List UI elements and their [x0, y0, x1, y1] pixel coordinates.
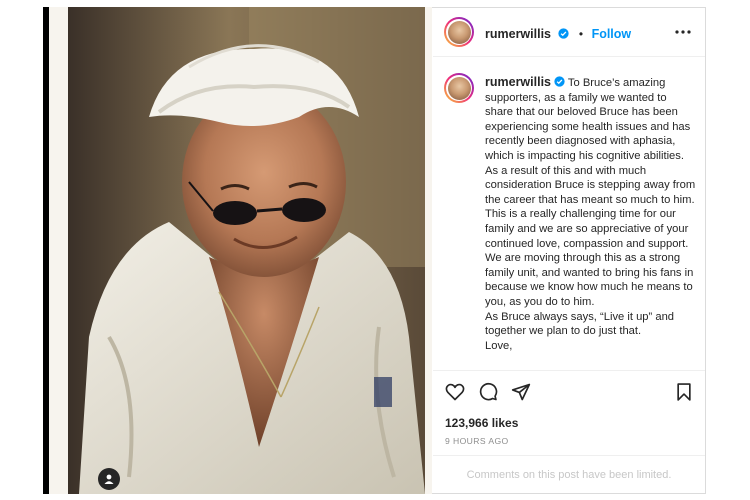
caption-paragraph: To Bruce’s amazing supporters, as a fami… [485, 77, 696, 206]
comments-limited-notice: Comments on this post have been limited. [433, 455, 705, 494]
person-tag-icon [104, 474, 114, 484]
caption-paragraph: Love, [485, 339, 513, 352]
separator-dot: • [578, 27, 584, 41]
header-user: rumerwillis • Follow [485, 25, 631, 43]
more-options-icon[interactable] [673, 24, 693, 40]
avatar[interactable] [444, 17, 474, 47]
post-photo[interactable] [49, 7, 432, 494]
post-timestamp[interactable]: 9 HOURS AGO [445, 436, 509, 446]
username-link[interactable]: rumerwillis [485, 27, 551, 41]
share-icon[interactable] [511, 382, 531, 402]
caption-username-link[interactable]: rumerwillis [485, 75, 551, 89]
caption-paragraph: As Bruce always says, “Live it up” and t… [485, 310, 675, 338]
post-sidebar: rumerwillis • Follow rumerwillis To Bruc… [433, 8, 705, 493]
verified-badge-icon [558, 28, 570, 39]
likes-count[interactable]: 123,966 likes [445, 416, 518, 430]
caption-avatar[interactable] [444, 73, 474, 103]
bookmark-icon[interactable] [674, 382, 694, 402]
post-header: rumerwillis • Follow [433, 8, 705, 57]
person-tag-button[interactable] [98, 468, 120, 490]
caption-text: rumerwillis To Bruce’s amazing supporter… [485, 75, 697, 353]
post-actions: 123,966 likes 9 HOURS AGO [433, 370, 705, 467]
caption-area: rumerwillis To Bruce’s amazing supporter… [433, 57, 705, 369]
comment-icon[interactable] [478, 382, 498, 402]
follow-button[interactable]: Follow [592, 27, 632, 41]
post-photo-panel [43, 7, 432, 494]
caption-paragraph: This is a really challenging time for ou… [485, 208, 694, 308]
heart-icon[interactable] [445, 382, 465, 402]
verified-badge-icon [554, 76, 565, 87]
